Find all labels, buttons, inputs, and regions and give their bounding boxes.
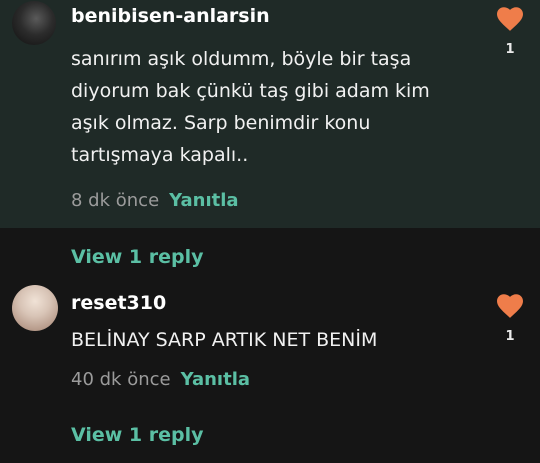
view-replies-button[interactable]: View 1 reply [71, 246, 204, 268]
avatar[interactable] [12, 1, 56, 45]
comment-text-line: BELİNAY SARP ARTIK NET BENİM [71, 329, 378, 351]
like-control: 1 [492, 291, 528, 344]
heart-icon[interactable] [495, 291, 525, 319]
comment-text-line: diyorum bak çünkü taş gibi adam kim [71, 80, 430, 102]
heart-icon[interactable] [495, 4, 525, 32]
comment-text-line: aşık olmaz. Sarp benimdir konu [71, 112, 371, 134]
comment-timestamp: 40 dk önce [71, 369, 171, 390]
comment-username[interactable]: benibisen-anlarsin [71, 5, 270, 27]
like-count: 1 [505, 329, 515, 344]
comment-text-line: sanırım aşık oldumm, böyle bir taşa [71, 48, 412, 70]
comment-item: reset310 BELİNAY SARP ARTIK NET BENİM 40… [0, 282, 540, 390]
comment-meta: 40 dk önce Yanıtla [71, 369, 250, 390]
reply-button[interactable]: Yanıtla [169, 190, 238, 211]
avatar[interactable] [12, 285, 58, 331]
reply-button[interactable]: Yanıtla [181, 369, 250, 390]
like-count: 1 [505, 42, 515, 57]
comment-meta: 8 dk önce Yanıtla [71, 190, 239, 211]
comment-username[interactable]: reset310 [71, 292, 166, 314]
comment-timestamp: 8 dk önce [71, 190, 160, 211]
comment-text-line: tartışmaya kapalı.. [71, 144, 249, 166]
like-control: 1 [492, 4, 528, 57]
comment-item: benibisen-anlarsin sanırım aşık oldumm, … [0, 0, 540, 228]
view-replies-button[interactable]: View 1 reply [71, 424, 204, 446]
